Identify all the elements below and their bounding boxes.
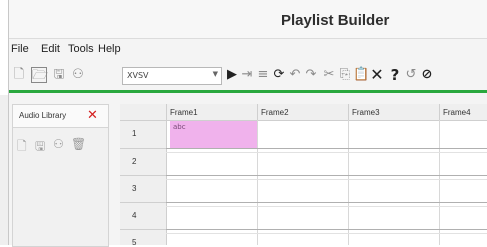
row-divider — [166, 148, 487, 149]
selected-cell-text: abc — [173, 123, 186, 131]
row-divider — [166, 229, 487, 230]
row-header-label: 3 — [132, 184, 137, 193]
insert-icon[interactable]: ⇥ — [239, 67, 255, 83]
window-left-edge — [0, 95, 8, 245]
row-header-label: 5 — [132, 238, 137, 247]
menu-bar: File Edit Tools Help — [9, 40, 487, 60]
audio-library-tab-label: Audio Library — [19, 111, 67, 120]
cut-icon[interactable]: ✂ — [321, 67, 337, 83]
column-header[interactable]: Frame2 — [258, 104, 349, 121]
column-header-label: Frame3 — [352, 108, 380, 117]
row-header[interactable]: 3 — [120, 176, 167, 203]
toolbar: 🗋 🗁 🖫 ⚇ XVSV ▼ ▶ ⇥ ≡ ⟳ ↶ ↷ ✂ ⎘ 📋 ✕ ? ↺ ⊘ — [9, 62, 487, 90]
playlist-grid: Frame1 Frame2 Frame3 Frame4 1 2 3 4 5 ab… — [120, 104, 487, 247]
column-header[interactable]: Frame3 — [349, 104, 440, 121]
refresh-icon[interactable]: ↺ — [403, 67, 419, 83]
menu-tools[interactable]: Tools — [68, 43, 94, 55]
row-divider — [166, 206, 487, 207]
selected-cell[interactable]: abc — [170, 121, 257, 148]
menu-edit[interactable]: Edit — [41, 43, 60, 55]
column-header[interactable]: Frame4 — [440, 104, 487, 121]
stop-icon[interactable]: ⊘ — [419, 67, 435, 83]
column-header-label: Frame4 — [443, 108, 471, 117]
chevron-down-icon[interactable]: ▼ — [213, 70, 218, 78]
row-header-label: 4 — [132, 211, 137, 220]
playlist-combo-value: XVSV — [127, 71, 149, 80]
column-divider — [257, 120, 258, 245]
row-divider — [166, 152, 487, 153]
user-icon[interactable]: ⚇ — [70, 67, 86, 83]
paste-icon[interactable]: 📋 — [353, 67, 369, 83]
column-divider — [348, 120, 349, 245]
column-header[interactable]: Frame1 — [167, 104, 258, 121]
playlist-combo[interactable]: XVSV ▼ — [122, 67, 222, 85]
column-header-label: Frame1 — [170, 108, 198, 117]
help-icon[interactable]: ? — [387, 67, 403, 83]
row-header[interactable]: 5 — [120, 230, 167, 247]
menu-help[interactable]: Help — [98, 43, 121, 55]
copy-icon[interactable]: ⎘ — [337, 67, 353, 83]
row-divider — [166, 179, 487, 180]
row-header[interactable]: 4 — [120, 203, 167, 230]
delete-icon[interactable]: ✕ — [369, 67, 385, 83]
grid-corner[interactable] — [120, 104, 167, 121]
close-icon[interactable]: ✕ — [87, 108, 98, 123]
row-header-label: 2 — [132, 157, 137, 166]
play-icon[interactable]: ▶ — [224, 67, 240, 83]
row-header[interactable]: 2 — [120, 149, 167, 176]
audio-library-panel: Audio Library ✕ 🗋 🖫 ⚇ 🗑 — [12, 104, 109, 247]
column-header-label: Frame2 — [261, 108, 289, 117]
undo-icon[interactable]: ↶ — [287, 67, 303, 83]
tab-audio-library[interactable]: Audio Library ✕ — [13, 105, 108, 128]
list-icon[interactable]: ≡ — [255, 67, 271, 83]
toolbar-accent-line — [9, 90, 487, 93]
column-divider — [439, 120, 440, 245]
loop-icon[interactable]: ⟳ — [271, 67, 287, 83]
save-icon[interactable]: 🖫 — [35, 137, 45, 158]
title-bar: Playlist Builder — [9, 0, 487, 39]
save-icon[interactable]: 🖫 — [51, 67, 67, 83]
new-icon[interactable]: 🗋 — [17, 137, 27, 158]
new-icon[interactable]: 🗋 — [11, 67, 27, 83]
row-header-label: 1 — [132, 129, 137, 138]
row-divider — [166, 233, 487, 234]
window-title: Playlist Builder — [281, 12, 390, 29]
trash-icon[interactable]: 🗑 — [71, 137, 86, 151]
menu-file[interactable]: File — [11, 43, 29, 55]
row-divider — [166, 202, 487, 203]
redo-icon[interactable]: ↷ — [303, 67, 319, 83]
open-icon[interactable]: 🗁 — [31, 67, 48, 83]
user-icon[interactable]: ⚇ — [53, 137, 64, 151]
row-divider — [166, 175, 487, 176]
row-header[interactable]: 1 — [120, 121, 167, 149]
